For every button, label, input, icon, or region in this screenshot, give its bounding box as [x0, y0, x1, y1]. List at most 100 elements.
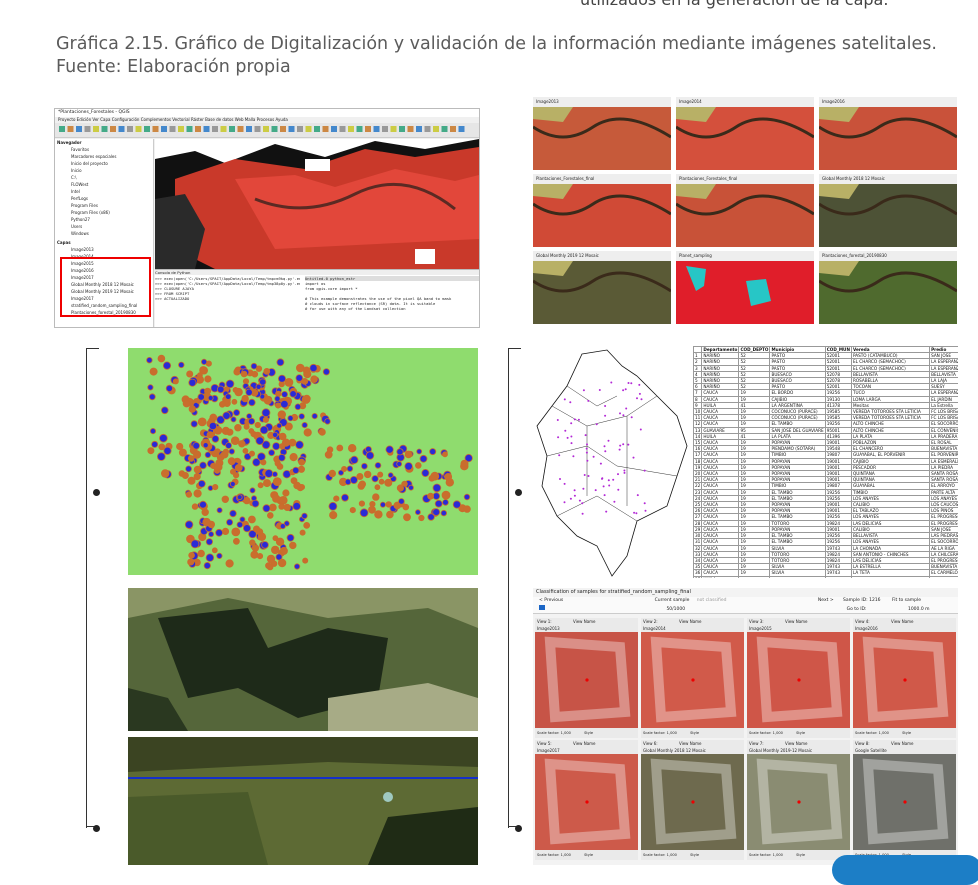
sample-point	[209, 413, 218, 422]
view-layer-select[interactable]: Image2014	[643, 626, 666, 631]
view-layer-select[interactable]: Image2016	[855, 626, 878, 631]
view-title: View 2:	[643, 619, 658, 624]
view-layer-select[interactable]: Image2013	[537, 626, 560, 631]
sample-point	[261, 541, 269, 549]
next-button[interactable]: Next >	[818, 598, 834, 603]
browser-item[interactable]: PerfLogs	[63, 195, 153, 202]
sample-point	[188, 552, 195, 559]
grid-view-layer[interactable]: Plantaciones_Forestales_final	[676, 174, 814, 184]
sample-point	[387, 472, 394, 479]
sample-point	[442, 499, 449, 506]
sample-point	[377, 471, 384, 478]
grid-view-layer[interactable]: Global Monthly 2019 12 Mosaic	[533, 251, 671, 261]
toolbar-icon	[118, 126, 125, 132]
plantation-point	[619, 444, 622, 447]
scale-factor-input[interactable]: 1,000	[773, 853, 783, 857]
view-layer-select[interactable]: Global Monthly 2018 12 Mosaic	[643, 748, 706, 753]
browser-item[interactable]: Program Files (x86)	[63, 209, 153, 216]
style-button[interactable]: Style	[796, 731, 805, 735]
scale-factor-input[interactable]: 1,000	[561, 853, 571, 857]
sample-point	[441, 490, 451, 500]
sample-point	[245, 388, 253, 396]
plantation-point	[586, 459, 589, 462]
style-button[interactable]: Style	[796, 853, 805, 857]
sample-point	[248, 398, 256, 407]
view-layer-select[interactable]: Google Satellite	[855, 748, 887, 753]
sample-point	[263, 367, 271, 375]
sample-point	[371, 475, 379, 483]
view-layer-select[interactable]: Image2015	[749, 626, 772, 631]
style-button[interactable]: Style	[584, 853, 593, 857]
browser-item[interactable]: Windows	[63, 230, 153, 237]
toolbar-icon	[84, 126, 91, 132]
grid-view-layer[interactable]: Global Monthly 2018 12 Mosaic	[819, 174, 957, 184]
style-button[interactable]: Style	[584, 731, 593, 735]
plantation-point	[570, 442, 573, 445]
sample-point	[201, 508, 209, 516]
sample-point	[225, 559, 234, 568]
fit-to-sample-label[interactable]: Fit to sample	[892, 598, 921, 603]
scale-factor-input[interactable]: 1,000	[773, 731, 783, 735]
sample-point	[204, 451, 212, 458]
sample-point	[214, 462, 223, 471]
view-name-label: View Name	[572, 741, 596, 746]
browser-item[interactable]: Marcadores espaciales	[63, 153, 153, 160]
view-panel: View 6: View Name Global Monthly 2018 12 …	[641, 740, 744, 860]
browser-item[interactable]: Python27	[63, 216, 153, 223]
scale-factor-input[interactable]: 1,000	[879, 731, 889, 735]
data-table: Departamento COD_DEPTO Municipio COD_MUN Ver…	[693, 346, 958, 578]
grid-view-layer[interactable]: Image2013	[533, 97, 671, 107]
browser-item[interactable]: Users	[63, 223, 153, 230]
grid-view-layer[interactable]: Plantaciones_forestal_20190830	[819, 251, 957, 261]
previous-button[interactable]: < Previous	[539, 598, 563, 603]
plantation-point	[624, 388, 627, 391]
plantation-point	[639, 428, 642, 431]
browser-item[interactable]: Favoritos	[63, 146, 153, 153]
table-cell: EL SOCORRO	[929, 538, 958, 546]
grid-view-layer[interactable]: Planet_sampling	[676, 251, 814, 261]
sample-point	[287, 415, 294, 422]
sample-point	[259, 378, 267, 386]
sample-point	[228, 448, 235, 455]
toolbar-icon	[280, 126, 286, 132]
plantation-point	[636, 494, 639, 497]
sample-point	[365, 451, 375, 460]
browser-item[interactable]: FLOWest	[63, 181, 153, 188]
grid-view-cell: Image2016	[818, 97, 957, 170]
sample-point	[429, 448, 437, 456]
sample-point	[208, 531, 215, 538]
style-button[interactable]: Style	[902, 731, 911, 735]
style-button[interactable]: Style	[690, 731, 699, 735]
table-header: COD_DEPTO	[738, 346, 771, 354]
grid-view-image	[818, 184, 957, 247]
grid-view-layer[interactable]: Image2016	[819, 97, 957, 107]
sample-point	[309, 363, 318, 373]
sample-point	[201, 358, 208, 365]
sample-point	[463, 505, 471, 513]
view-image	[641, 754, 744, 850]
browser-item[interactable]: Inicio	[63, 167, 153, 174]
grid-view-layer[interactable]: Image2014	[676, 97, 814, 107]
toolbar-icon	[441, 126, 448, 132]
browser-item[interactable]: Program Files	[63, 202, 153, 209]
sample-point	[187, 558, 195, 566]
browser-item[interactable]: C:\	[63, 174, 153, 181]
view-layer-select[interactable]: Global Monthly 2019-12 Mosaic	[749, 748, 812, 753]
scale-factor-input[interactable]: 1,000	[561, 731, 571, 735]
grid-view-layer[interactable]: Plantaciones_Forestales_final	[533, 174, 671, 184]
browser-item[interactable]: Intel	[63, 188, 153, 195]
sample-point	[322, 368, 330, 376]
plantation-point	[572, 455, 575, 458]
layer-item[interactable]: Image2013	[63, 246, 153, 253]
sample-point	[182, 399, 191, 408]
sample-point	[240, 370, 248, 378]
view-layer-select[interactable]: Image2017	[537, 748, 560, 753]
scale-factor-input[interactable]: 1,000	[667, 853, 677, 857]
style-button[interactable]: Style	[690, 853, 699, 857]
caption-source: Fuente: Elaboración propia	[56, 57, 291, 77]
sample-point	[368, 505, 376, 514]
browser-item[interactable]: Inicio del proyecto	[63, 160, 153, 167]
sample-point	[452, 500, 461, 509]
view-image	[535, 754, 638, 850]
scale-factor-input[interactable]: 1,000	[667, 731, 677, 735]
